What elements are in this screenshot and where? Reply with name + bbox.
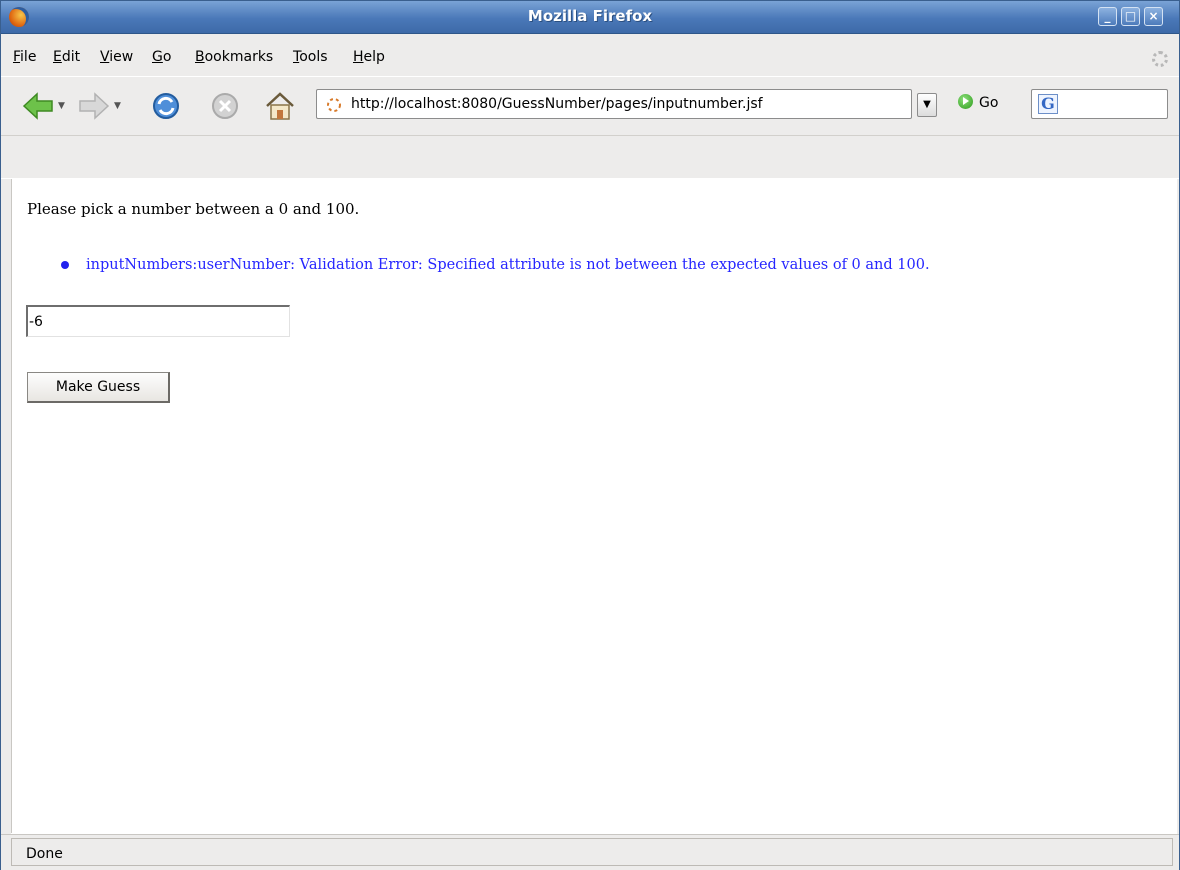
page-instructions: Please pick a number between a 0 and 100… <box>27 200 360 218</box>
address-history-dropdown[interactable]: ▼ <box>917 93 937 117</box>
forward-arrow-icon[interactable] <box>77 89 111 123</box>
go-arrow-icon <box>958 94 973 109</box>
search-engine-icon[interactable]: G <box>1038 94 1058 114</box>
status-bar: Done <box>1 834 1179 870</box>
user-number-input[interactable] <box>26 305 290 337</box>
activity-throbber-icon <box>1152 51 1168 67</box>
window-title: Mozilla Firefox <box>527 7 653 25</box>
validation-error-message: inputNumbers:userNumber: Validation Erro… <box>86 257 930 273</box>
address-bar[interactable]: http://localhost:8080/GuessNumber/pages/… <box>316 89 912 119</box>
stop-icon[interactable] <box>208 89 242 123</box>
menu-go[interactable]: Go <box>152 49 171 65</box>
bookmarks-toolbar <box>1 136 1179 178</box>
reload-icon[interactable] <box>149 89 183 123</box>
back-arrow-icon[interactable] <box>21 89 55 123</box>
title-bar: Mozilla Firefox _ □ × <box>1 1 1179 34</box>
page-loading-icon <box>327 98 341 112</box>
menu-bar: File Edit View Go Bookmarks Tools Help <box>1 34 1179 76</box>
browser-window: Mozilla Firefox _ □ × File Edit View Go … <box>0 0 1180 870</box>
forward-dropdown-icon[interactable]: ▼ <box>114 101 121 111</box>
menu-help[interactable]: Help <box>353 49 385 65</box>
page-content <box>11 179 1177 833</box>
list-bullet-icon <box>61 261 69 269</box>
search-box[interactable]: G <box>1031 89 1168 119</box>
content-frame-left <box>1 179 11 834</box>
go-button[interactable]: Go <box>958 94 998 116</box>
menu-bookmarks[interactable]: Bookmarks <box>195 49 273 65</box>
make-guess-button[interactable]: Make Guess <box>27 372 170 403</box>
close-button[interactable]: × <box>1144 7 1163 26</box>
status-panel: Done <box>11 838 1173 866</box>
menu-edit[interactable]: Edit <box>53 49 80 65</box>
menu-tools[interactable]: Tools <box>293 49 328 65</box>
maximize-button[interactable]: □ <box>1121 7 1140 26</box>
home-icon[interactable] <box>263 89 297 123</box>
back-dropdown-icon[interactable]: ▼ <box>58 101 65 111</box>
minimize-button[interactable]: _ <box>1098 7 1117 26</box>
menu-view[interactable]: View <box>100 49 133 65</box>
content-frame-right <box>1177 179 1179 834</box>
status-text: Done <box>26 846 63 862</box>
menu-file[interactable]: File <box>13 49 36 65</box>
address-url: http://localhost:8080/GuessNumber/pages/… <box>351 96 763 112</box>
